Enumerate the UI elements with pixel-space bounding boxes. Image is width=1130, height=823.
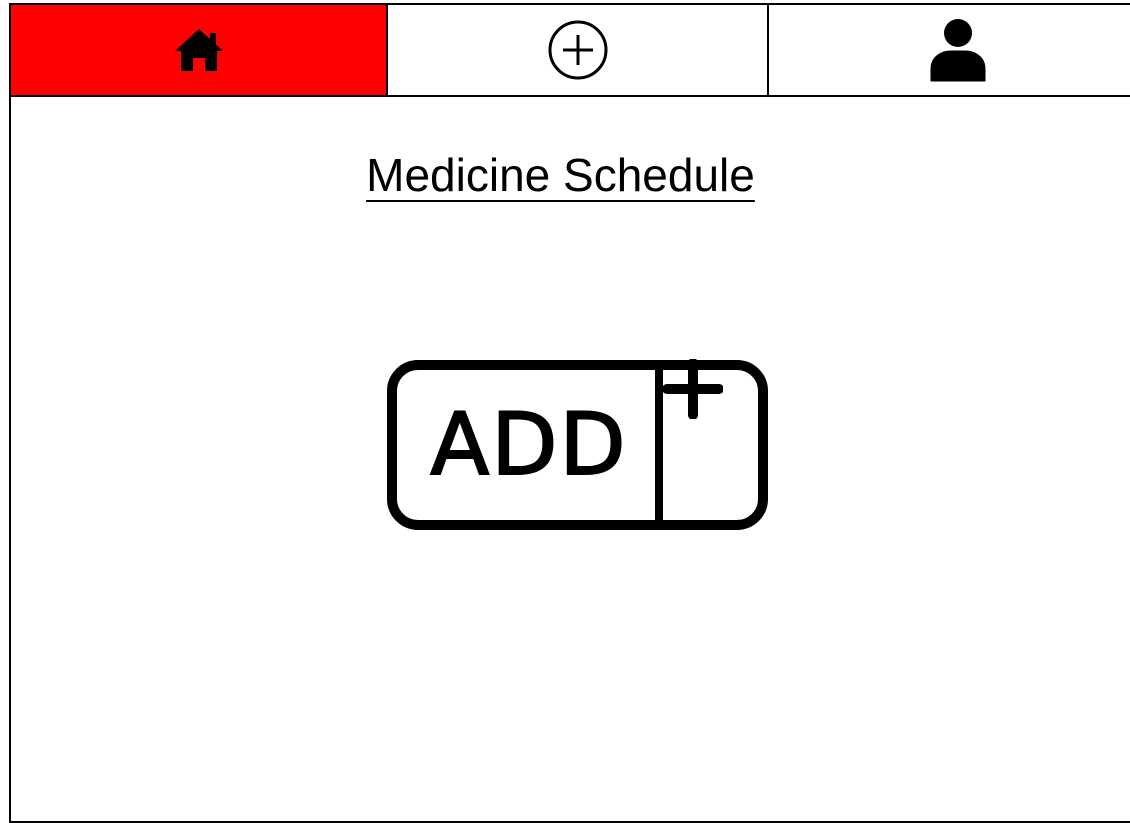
add-button-label: ADD: [429, 394, 628, 496]
plus-icon: [663, 359, 763, 531]
page-title: Medicine Schedule: [366, 149, 755, 201]
tab-add[interactable]: [388, 5, 769, 95]
plus-circle-icon: [547, 19, 609, 81]
top-navigation-bar: [11, 5, 1130, 97]
tab-home[interactable]: [11, 5, 388, 95]
tab-profile[interactable]: [769, 5, 1130, 95]
home-icon: [173, 27, 225, 73]
user-icon: [929, 17, 987, 83]
add-medicine-button[interactable]: ADD: [386, 359, 769, 531]
